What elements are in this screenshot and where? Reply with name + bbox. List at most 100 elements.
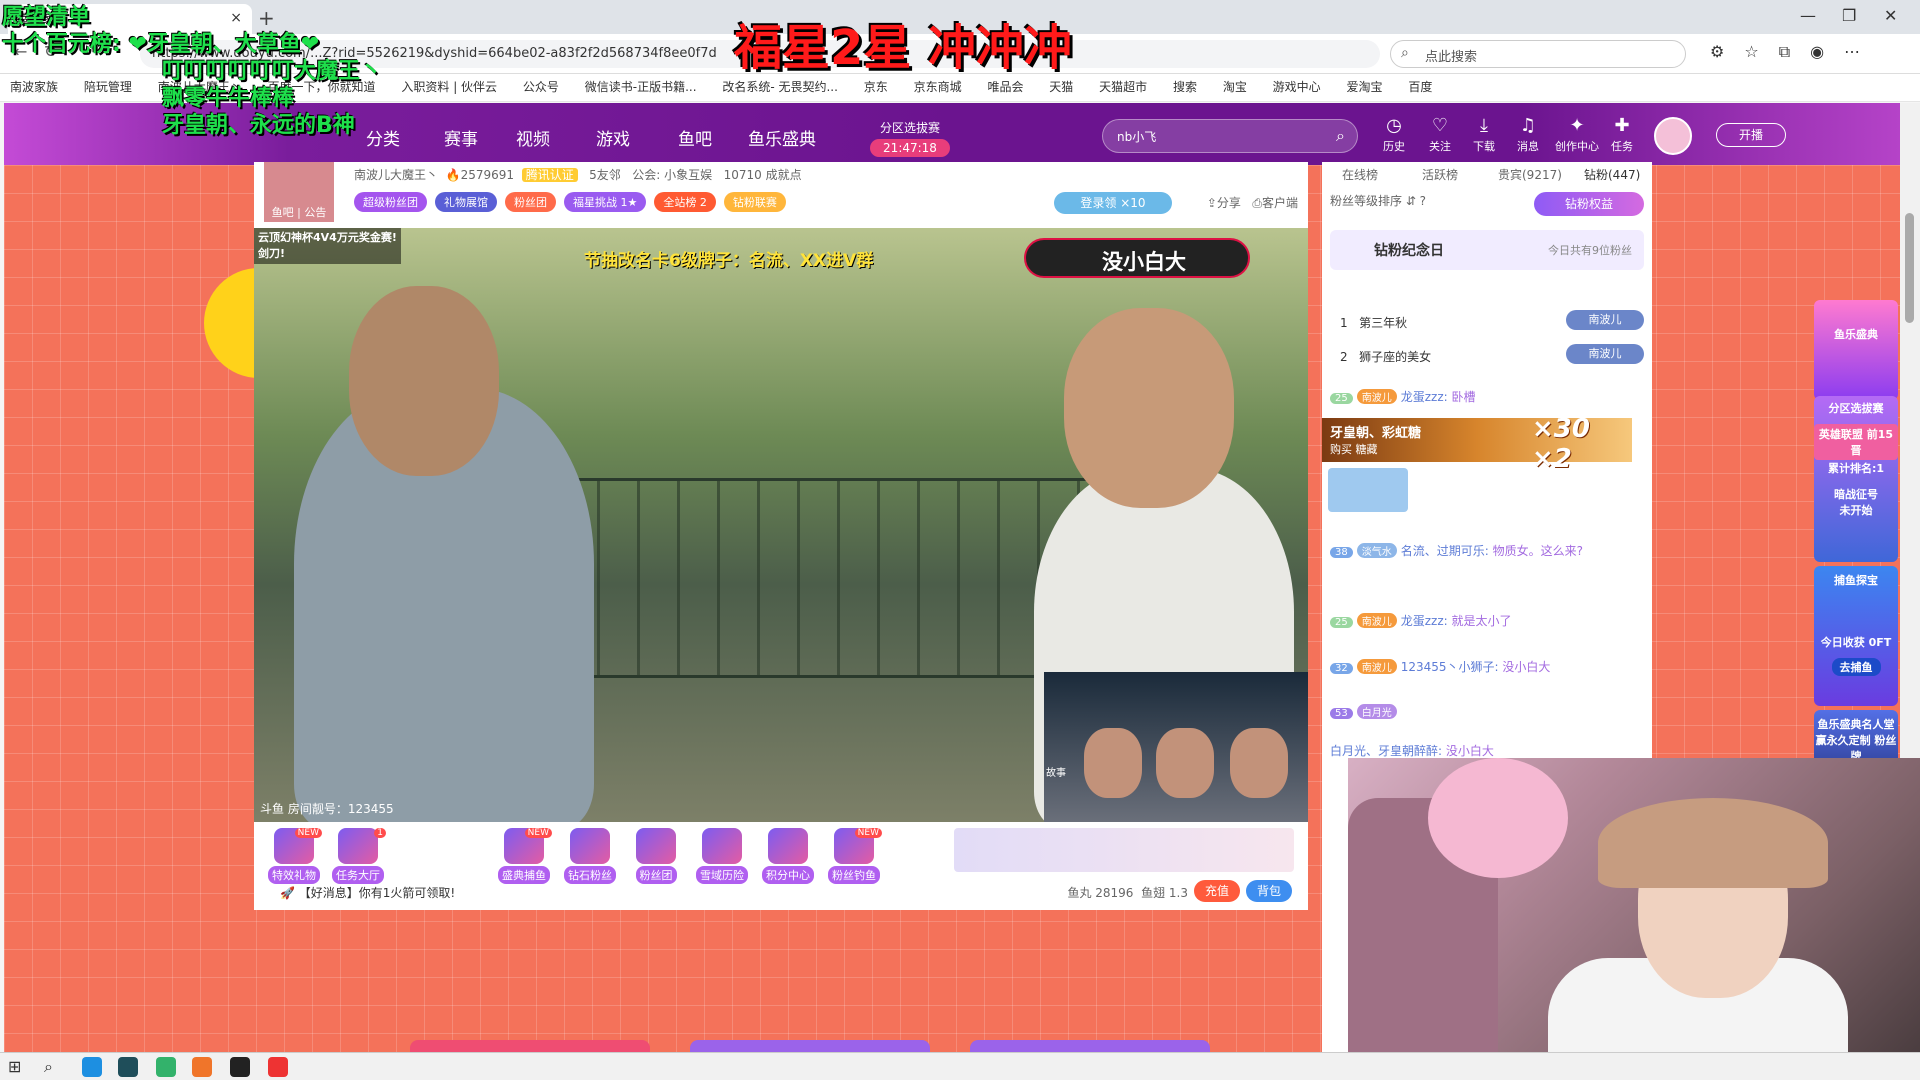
creator-button[interactable]: ✦ 创作中心 [1552,115,1602,154]
obs-icon[interactable] [230,1057,250,1077]
client-link[interactable]: 客户端 [1262,196,1298,210]
download-button[interactable]: ⤓ 下载 [1466,115,1502,154]
toolbar-icons[interactable]: ⚙☆⧉◉⋯ [1710,42,1880,62]
pip-video[interactable]: 故事 [1044,672,1308,822]
recharge-button[interactable]: 充值 [1194,880,1240,902]
chat-message[interactable]: 38 淡气水 名流、过期可乐: 物质女。这么来? [1330,542,1648,559]
backpack-button[interactable]: 背包 [1246,880,1292,902]
gift-points-center[interactable]: 积分中心 [760,828,816,884]
lucky-star-badge[interactable]: 福星挑战 1★ [564,192,647,212]
gift-diamond-fans[interactable]: 钻石粉丝 [562,828,618,884]
login-reward-button[interactable]: 登录领 ×10 [1054,192,1172,214]
chat-user[interactable]: 龙蛋zzz: [1401,390,1448,404]
streamer-name[interactable]: 南波儿大魔王丶 [354,168,438,182]
yuba-link[interactable]: 鱼吧 [272,206,294,219]
fan-club-badge[interactable]: 粉丝团 [505,192,556,212]
bookmark-item[interactable]: 入职资料 | 伙伴云 [401,80,497,94]
nav-events[interactable]: 赛事 [444,125,478,150]
bookmark-item[interactable]: 搜索 [1173,80,1197,94]
nav-festival[interactable]: 鱼乐盛典 [748,125,816,150]
streamer-avatar[interactable]: 鱼吧 | 公告 [264,162,334,222]
app-icon[interactable] [118,1057,138,1077]
chat-message[interactable]: 25 南波儿 龙蛋zzz: 就是太小了 [1330,612,1650,629]
nav-yuba[interactable]: 鱼吧 [678,125,712,150]
zone-selection-card[interactable]: 分区选拔赛 英雄联盟 前15晋 累计排名:1 暗战征号 未开始 [1814,396,1898,562]
maximize-icon[interactable]: ❐ [1842,6,1856,25]
tab-vip[interactable]: 贵宾(9217) [1498,166,1562,183]
video-player[interactable]: 云顶幻神杯4V4万元奖金赛! 剑刀! 节抽改名卡6级牌子：名流、XX进V群 没小… [254,228,1308,822]
notice-link[interactable]: 公告 [304,206,326,219]
bookmark-item[interactable]: 公众号 [523,80,559,94]
message-button[interactable]: ♫ 消息 [1510,115,1546,154]
rank-sort[interactable]: 粉丝等级排序 ⇵ ? [1330,192,1426,209]
wechat-icon[interactable] [156,1057,176,1077]
bookmark-item[interactable]: 微信读书-正版书籍... [585,80,697,94]
bookmark-item[interactable]: 百度 [1408,80,1432,94]
gift-fan-club[interactable]: 粉丝团 [628,828,684,884]
task-button[interactable]: ✚ 任务 [1604,115,1640,154]
gift-gallery-badge[interactable]: 礼物展馆 [435,192,497,212]
neighbors-count[interactable]: 5友邻 [589,168,621,182]
bookmark-item[interactable]: 唯品会 [987,80,1023,94]
gift-fan-fishing[interactable]: 粉丝钓鱼 NEW [826,828,882,884]
share-link[interactable]: 分享 [1217,196,1241,210]
chat-user[interactable]: 白月光、牙皇朝醉醉: [1330,744,1442,758]
diamond-rights-button[interactable]: 钻粉权益 [1534,192,1644,216]
bookmark-item[interactable]: 改名系统- 无畏契约... [722,80,838,94]
certified-badge: 腾讯认证 [521,168,578,182]
bookmark-item[interactable]: 游戏中心 [1273,80,1321,94]
history-button[interactable]: ◷ 历史 [1376,115,1412,154]
fishing-card[interactable]: 捕鱼探宝 今日收获 0FT 去捕鱼 [1814,566,1898,706]
bookmark-item[interactable]: 天猫 [1049,80,1073,94]
gift-item-strip[interactable] [954,828,1294,872]
diamond-anniversary[interactable]: 钻粉纪念日 今日共有9位粉丝 [1330,230,1644,270]
chat-message[interactable]: 25 南波儿 龙蛋zzz: 卧槽 [1330,388,1650,405]
app-icon[interactable] [192,1057,212,1077]
bookmark-item[interactable]: 爱淘宝 [1347,80,1383,94]
gift-task-hall[interactable]: 任务大厅 1 [330,828,386,884]
site-search-input[interactable]: nb小飞 ⌕ [1102,119,1358,153]
nav-games[interactable]: 游戏 [596,125,630,150]
site-rank-badge[interactable]: 全站榜 2 [654,192,716,212]
anniversary-title: 钻粉纪念日 [1374,243,1444,259]
app-icon[interactable] [268,1057,288,1077]
tab-active[interactable]: 活跃榜 [1422,166,1458,183]
browser-search-input[interactable]: ⌕ 点此搜索 [1390,40,1686,68]
search-icon[interactable]: ⌕ [1336,126,1345,146]
chat-user[interactable]: 123455丶小狮子: [1401,660,1499,674]
bookmark-item[interactable]: 天猫超市 [1099,80,1147,94]
chat-user[interactable]: 名流、过期可乐: [1401,544,1489,558]
tab-online[interactable]: 在线榜 [1342,166,1378,183]
close-window-icon[interactable]: ✕ [1884,6,1897,25]
edge-icon[interactable] [82,1057,102,1077]
nav-video[interactable]: 视频 [516,125,550,150]
chat-user[interactable]: 龙蛋zzz: [1401,614,1448,628]
chat-message[interactable]: 53 白月光 [1330,704,1650,719]
start-live-button[interactable]: 开播 [1716,123,1786,147]
bookmark-item[interactable]: 淘宝 [1223,80,1247,94]
zone-selection[interactable]: 分区选拔赛 21:47:18 [870,119,950,157]
user-avatar[interactable] [1654,117,1692,155]
gift-snow-adventure[interactable]: 雪域历险 [694,828,750,884]
scrollbar-thumb[interactable] [1905,213,1914,323]
minimize-icon[interactable]: — [1800,6,1816,25]
chat-message[interactable]: 32 南波儿 123455丶小狮子: 没小白大 [1330,658,1650,675]
super-fan-club-badge[interactable]: 超级粉丝团 [354,192,427,212]
bookmark-item[interactable]: 京东 [864,80,888,94]
gift-fishing-festival[interactable]: 盛典捕鱼 NEW [496,828,552,884]
diamond-league-badge[interactable]: 钻粉联赛 [723,192,786,212]
follow-button[interactable]: ♡ 关注 [1422,115,1458,154]
windows-start-icon[interactable]: ⊞ [8,1057,28,1077]
go-fishing-button[interactable]: 去捕鱼 [1831,658,1881,676]
search-icon[interactable]: ⌕ [44,1057,64,1077]
rank-row[interactable]: 1 第三年秋 南波儿 [1330,306,1644,336]
gift-effects[interactable]: 特效礼物 NEW [266,828,322,884]
rank-row[interactable]: 2 狮子座的美女 南波儿 [1330,340,1644,370]
chat-message[interactable]: 白月光、牙皇朝醉醉: 没小白大 [1330,742,1650,759]
gift-label: 钻石粉丝 [564,866,616,884]
festival-card[interactable]: 鱼乐盛典 [1814,300,1898,400]
good-news-banner[interactable]: 🚀 【好消息】你有1火箭可领取! [280,884,455,901]
tab-diamond[interactable]: 钻粉(447) [1584,166,1640,183]
bookmark-item[interactable]: 京东商城 [914,80,962,94]
guild-name[interactable]: 公会: 小象互娱 [632,168,712,182]
